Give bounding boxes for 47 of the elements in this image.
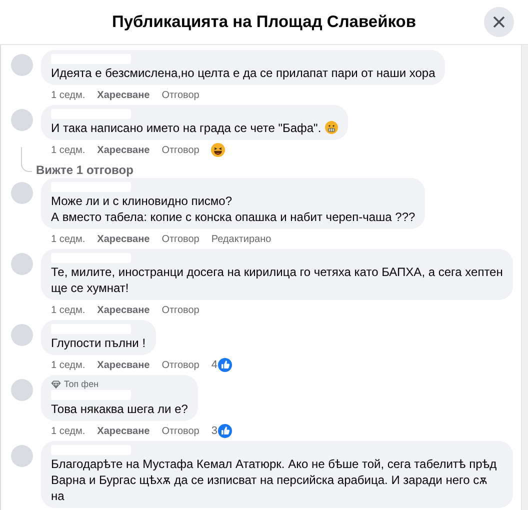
like-icon — [218, 358, 232, 372]
like-link[interactable]: Харесване — [97, 234, 150, 244]
reaction-count: 3 — [211, 425, 218, 437]
edited-label: Редактирано — [211, 234, 272, 244]
comment-time[interactable]: 1 седм. — [51, 304, 86, 316]
comment-text: Идеята е безсмислена,но целта е да се прилапат пари от наши хора — [51, 65, 436, 81]
reply-link[interactable]: Отговор — [162, 234, 200, 244]
comment-text: Благодарѣте на Мустафа Кемал Ататюрк. Ако не бѣше той, сега табелитѣ прѣд Варна и Бургас щѣхѫ да се изписват на персийска арабица. И заради него сѫ на — [51, 456, 498, 504]
comment-text: Може ли и с клиновидно писмо? А вместо табела: копие с конска опашка и набит череп-чаша ??? — [51, 193, 416, 225]
avatar[interactable] — [11, 54, 33, 76]
reply-link[interactable]: Отговор — [162, 90, 200, 100]
view-replies-link[interactable]: Вижте 1 отговор — [32, 163, 134, 178]
close-button[interactable] — [484, 7, 514, 37]
comment-text: Те, милите, иностранци досега на кирилица го четяха като БАПХА, а сега хептен ще се хумнат! — [51, 264, 503, 296]
reply-link[interactable]: Отговор — [162, 304, 200, 316]
comment-text: И така написано името на града се чете "Бафа". — [51, 120, 338, 136]
comment-time[interactable]: 1 седм. — [51, 234, 86, 244]
scrollbar[interactable] — [521, 45, 528, 510]
comment-text: Глупости пълни ! — [51, 335, 146, 351]
comment-time[interactable]: 1 седм. — [51, 90, 86, 100]
avatar[interactable] — [11, 253, 33, 275]
like-link[interactable]: Харесване — [97, 360, 150, 370]
laughing-emoji-icon — [211, 143, 226, 157]
badge-label: Топ фен — [64, 379, 99, 389]
avatar[interactable] — [11, 445, 33, 467]
like-icon — [218, 424, 232, 438]
comment-time[interactable]: 1 седм. — [51, 144, 86, 156]
comment-text: Това някаква шега ли е? — [51, 401, 188, 417]
diamond-icon — [51, 380, 61, 388]
like-link[interactable]: Харесване — [97, 426, 150, 436]
dialog-title: Публикацията на Площад Славейков — [112, 12, 416, 32]
avatar[interactable] — [11, 324, 33, 346]
reaction-count: 4 — [211, 359, 218, 371]
like-link[interactable]: Харесване — [97, 304, 150, 316]
like-link[interactable]: Харесване — [97, 90, 150, 100]
comment-time[interactable]: 1 седм. — [51, 360, 86, 370]
thread-line — [21, 147, 32, 172]
reply-link[interactable]: Отговор — [162, 360, 200, 370]
reply-link[interactable]: Отговор — [162, 426, 200, 436]
avatar[interactable] — [11, 182, 33, 204]
close-icon — [493, 16, 505, 28]
grimacing-emoji-icon — [324, 121, 338, 134]
comment-time[interactable]: 1 седм. — [51, 426, 86, 436]
avatar[interactable] — [11, 109, 33, 131]
like-link[interactable]: Харесване — [97, 144, 150, 156]
avatar[interactable] — [11, 379, 33, 401]
reply-link[interactable]: Отговор — [162, 144, 200, 156]
